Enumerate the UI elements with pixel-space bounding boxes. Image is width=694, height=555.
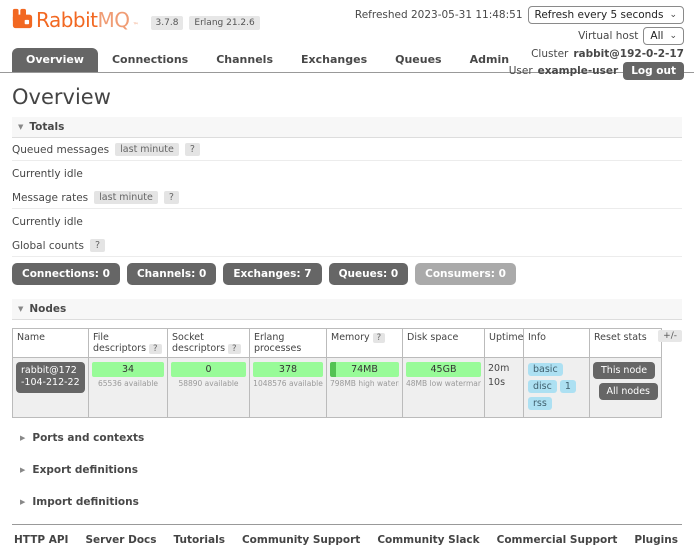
chevron-down-icon: ⌄ <box>669 11 677 20</box>
message-rates-mode-badge[interactable]: last minute <box>94 191 158 204</box>
help-icon[interactable]: ? <box>228 344 241 354</box>
tab-overview[interactable]: Overview <box>12 48 98 72</box>
col-info: Info <box>524 329 590 358</box>
disk-space-cell: 45GB 48MB low watermark <box>403 358 485 418</box>
cluster-name: rabbit@192-0-2-17 <box>573 48 684 60</box>
message-rates-heading: Message rates last minute ? <box>12 186 682 209</box>
nodes-section-header[interactable]: ▼ Nodes <box>12 299 682 320</box>
rabbitmq-rabbit-icon <box>12 8 33 32</box>
nodes-table-container: +/- Name File descriptors ? Socket descr… <box>12 328 682 418</box>
chevron-down-icon: ⌄ <box>669 32 677 41</box>
footer-link-plugins[interactable]: Plugins <box>634 534 678 546</box>
import-definitions-section[interactable]: ▶ Import definitions <box>12 486 682 518</box>
user-label: User <box>509 65 533 77</box>
consumers-count-badge[interactable]: Consumers: 0 <box>415 263 516 285</box>
triangle-down-icon: ▼ <box>18 305 23 313</box>
erlang-version-badge: Erlang 21.2.6 <box>189 16 259 30</box>
footer: HTTP API Server Docs Tutorials Community… <box>12 524 682 555</box>
triangle-right-icon: ▶ <box>20 498 25 506</box>
ports-and-contexts-section[interactable]: ▶ Ports and contexts <box>12 422 682 454</box>
rabbitmq-logo[interactable]: RabbitMQ ™ <box>12 8 139 32</box>
footer-link-http-api[interactable]: HTTP API <box>14 534 68 546</box>
help-icon[interactable]: ? <box>164 191 179 204</box>
refreshed-timestamp: Refreshed 2023-05-31 11:48:51 <box>355 9 523 21</box>
table-header-row: Name File descriptors ? Socket descripto… <box>13 329 662 358</box>
info-badge-1[interactable]: 1 <box>560 380 576 393</box>
column-toggle-badge[interactable]: +/- <box>658 330 682 342</box>
node-row: rabbit@172-104-212-22 34 65536 available… <box>13 358 662 418</box>
memory-cell: 74MB 798MB high watermark <box>327 358 403 418</box>
footer-link-community-slack[interactable]: Community Slack <box>377 534 479 546</box>
reset-this-node-button[interactable]: This node <box>593 362 655 379</box>
memory-used-fill <box>330 362 336 377</box>
tab-channels[interactable]: Channels <box>202 48 287 72</box>
exchanges-count-badge[interactable]: Exchanges: 7 <box>223 263 321 285</box>
user-name: example-user <box>538 65 619 77</box>
help-icon[interactable]: ? <box>185 143 200 156</box>
triangle-right-icon: ▶ <box>20 466 25 474</box>
col-uptime: Uptime <box>485 329 524 358</box>
node-name-badge[interactable]: rabbit@172-104-212-22 <box>16 362 85 393</box>
global-counts-heading: Global counts ? <box>12 234 682 257</box>
trademark-symbol: ™ <box>133 22 139 29</box>
footer-link-tutorials[interactable]: Tutorials <box>174 534 225 546</box>
queued-messages-label: Queued messages <box>12 144 109 156</box>
nodes-table: Name File descriptors ? Socket descripto… <box>12 328 662 418</box>
queued-messages-idle-text: Currently idle <box>12 161 682 186</box>
help-icon[interactable]: ? <box>149 344 162 354</box>
triangle-right-icon: ▶ <box>20 434 25 442</box>
erlang-processes-cell: 378 1048576 available <box>250 358 327 418</box>
footer-link-community-support[interactable]: Community Support <box>242 534 360 546</box>
channels-count-badge[interactable]: Channels: 0 <box>127 263 216 285</box>
totals-section-header[interactable]: ▼ Totals <box>12 117 682 138</box>
col-name: Name <box>13 329 89 358</box>
info-cell: basic disc1 rss <box>524 358 590 418</box>
col-reset-stats: Reset stats <box>590 329 662 358</box>
logo-wordmark: RabbitMQ <box>36 8 130 32</box>
footer-link-server-docs[interactable]: Server Docs <box>85 534 156 546</box>
col-socket-descriptors: Socket descriptors ? <box>168 329 250 358</box>
col-memory: Memory ? <box>327 329 403 358</box>
global-count-badges: Connections: 0 Channels: 0 Exchanges: 7 … <box>12 263 682 285</box>
logout-button[interactable]: Log out <box>623 62 684 80</box>
header-status-block: Refreshed 2023-05-31 11:48:51 Refresh ev… <box>355 6 684 83</box>
col-erlang-processes: Erlang processes <box>250 329 327 358</box>
uptime-cell: 20m 10s <box>485 358 524 418</box>
queued-messages-mode-badge[interactable]: last minute <box>115 143 179 156</box>
page-title: Overview <box>12 85 682 109</box>
cluster-label: Cluster <box>531 48 568 60</box>
reset-all-nodes-button[interactable]: All nodes <box>599 383 658 400</box>
totals-section-title: Totals <box>29 121 64 133</box>
queues-count-badge[interactable]: Queues: 0 <box>329 263 409 285</box>
connections-count-badge[interactable]: Connections: 0 <box>12 263 120 285</box>
info-badge-disc[interactable]: disc <box>528 380 557 393</box>
header: RabbitMQ ™ 3.7.8 Erlang 21.2.6 Refreshed… <box>0 0 694 48</box>
col-file-descriptors: File descriptors ? <box>89 329 168 358</box>
info-badge-rss[interactable]: rss <box>528 397 552 410</box>
node-name-cell: rabbit@172-104-212-22 <box>13 358 89 418</box>
footer-link-commercial-support[interactable]: Commercial Support <box>497 534 618 546</box>
info-badge-basic[interactable]: basic <box>528 363 563 376</box>
help-icon[interactable]: ? <box>373 333 386 343</box>
queued-messages-heading: Queued messages last minute ? <box>12 138 682 161</box>
virtual-host-select[interactable]: All ⌄ <box>643 27 684 45</box>
socket-descriptors-cell: 0 58890 available <box>168 358 250 418</box>
refresh-interval-select[interactable]: Refresh every 5 seconds ⌄ <box>528 6 684 24</box>
help-icon[interactable]: ? <box>90 239 105 252</box>
main-content: Overview ▼ Totals Queued messages last m… <box>0 85 694 518</box>
virtual-host-label: Virtual host <box>578 30 638 42</box>
message-rates-label: Message rates <box>12 192 88 204</box>
reset-stats-cell: This node All nodes <box>590 358 662 418</box>
nodes-section-title: Nodes <box>29 303 66 315</box>
export-definitions-section[interactable]: ▶ Export definitions <box>12 454 682 486</box>
message-rates-idle-text: Currently idle <box>12 209 682 234</box>
file-descriptors-cell: 34 65536 available <box>89 358 168 418</box>
global-counts-label: Global counts <box>12 240 84 252</box>
triangle-down-icon: ▼ <box>18 123 23 131</box>
rabbitmq-version-badge: 3.7.8 <box>151 16 184 30</box>
tab-connections[interactable]: Connections <box>98 48 202 72</box>
col-disk-space: Disk space <box>403 329 485 358</box>
